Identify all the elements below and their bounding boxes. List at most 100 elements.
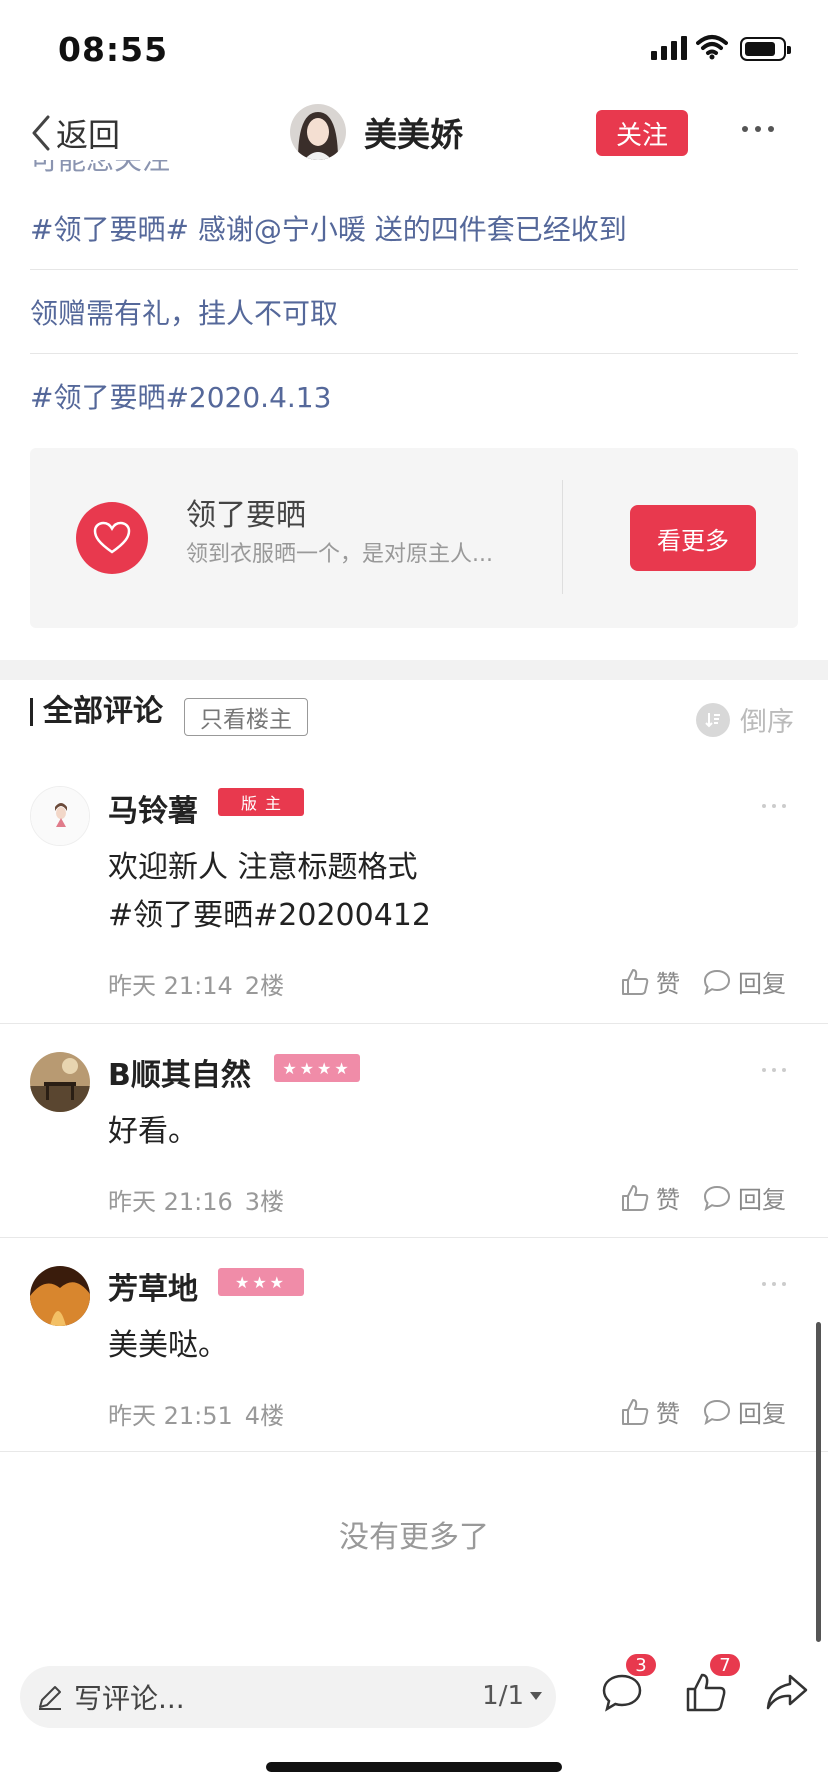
divider [30, 353, 798, 354]
dropdown-triangle-icon [530, 1692, 542, 1700]
topic-description: 领到衣服晒一个，是对原主人... [186, 542, 493, 567]
comment-text: 好看。 [108, 1108, 198, 1156]
comment-meta: 昨天 21:14 2楼 [108, 966, 284, 1001]
speech-bubble-icon [703, 1185, 731, 1211]
scrollbar[interactable] [816, 1322, 821, 1642]
divider [0, 1023, 828, 1024]
reply-button[interactable]: 回复 [702, 1394, 786, 1429]
comment-time: 昨天 21:51 [108, 1402, 233, 1430]
like-button[interactable]: 赞 [620, 964, 680, 999]
section-separator [0, 660, 828, 680]
status-bar: 08:55 [0, 0, 828, 96]
comment-actions: 赞 回复 [620, 964, 786, 999]
pencil-icon [39, 1686, 61, 1710]
truncated-text: 可能您关注的 [30, 160, 190, 174]
post-line-2: 领赠需有礼，挂人不可取 [30, 297, 339, 330]
chevron-left-icon [32, 115, 50, 151]
comments-header: 全部评论 只看楼主 倒序 [0, 690, 828, 748]
comments-button[interactable]: 3 [600, 1652, 658, 1718]
comment-text: 欢迎新人 注意标题格式 #领了要晒#20200412 [108, 844, 431, 940]
commenter-name[interactable]: 马铃薯 [108, 786, 198, 830]
like-post-button[interactable]: 7 [684, 1652, 742, 1718]
wifi-icon [696, 35, 728, 60]
avatar[interactable] [30, 1052, 90, 1112]
heart-icon [76, 502, 148, 574]
page-indicator-label: 1/1 [482, 1681, 524, 1711]
sort-button[interactable]: 倒序 [696, 700, 794, 739]
author-info[interactable]: 美美娇 [290, 104, 463, 160]
back-label: 返回 [56, 116, 121, 154]
follow-button[interactable]: 关注 [596, 110, 688, 156]
see-more-button[interactable]: 看更多 [630, 505, 756, 571]
comment-more-icon[interactable] [762, 1068, 786, 1072]
topic-card[interactable]: 领了要晒 领到衣服晒一个，是对原主人... 看更多 [30, 448, 798, 628]
like-button[interactable]: 赞 [620, 1180, 680, 1215]
share-button[interactable] [764, 1670, 810, 1718]
comments-title: 全部评论 [30, 697, 163, 727]
more-options-icon[interactable] [742, 126, 774, 132]
comment-text-line: 好看。 [108, 1114, 198, 1149]
comment-actions: 赞 回复 [620, 1180, 786, 1215]
comment-floor: 3楼 [244, 1188, 285, 1216]
commenter-name[interactable]: B顺其自然 [108, 1050, 251, 1094]
rank-stars-badge: ★★★ [218, 1268, 304, 1296]
thumbs-up-icon [622, 1398, 649, 1425]
speech-bubble-icon [703, 1399, 731, 1425]
comment-floor: 2楼 [244, 972, 285, 1000]
moderator-badge: 版主 [218, 788, 304, 816]
reply-label: 回复 [738, 1400, 786, 1428]
topic-title: 领了要晒 [186, 498, 306, 533]
home-indicator[interactable] [266, 1762, 562, 1772]
comment-meta: 昨天 21:51 4楼 [108, 1396, 284, 1431]
like-label: 赞 [656, 1400, 680, 1428]
comment-actions: 赞 回复 [620, 1394, 786, 1429]
comment-meta: 昨天 21:16 3楼 [108, 1182, 284, 1217]
nav-bar: 返回 美美娇 关注 [0, 96, 828, 168]
comment-input-placeholder: 写评论... [74, 1682, 185, 1715]
cellular-signal-icon [651, 36, 687, 60]
sort-label: 倒序 [740, 707, 794, 738]
comment-text-line: 欢迎新人 注意标题格式 [108, 850, 418, 885]
status-time: 08:55 [58, 30, 169, 69]
reply-button[interactable]: 回复 [702, 964, 786, 999]
like-count-badge: 7 [708, 1652, 742, 1678]
comment-input[interactable]: 写评论... 1/1 [20, 1666, 556, 1728]
like-button[interactable]: 赞 [620, 1394, 680, 1429]
sort-icon [696, 702, 730, 737]
comment-text-line: #领了要晒#20200412 [108, 898, 431, 933]
reply-label: 回复 [738, 970, 786, 998]
battery-icon [740, 37, 791, 61]
reply-button[interactable]: 回复 [702, 1180, 786, 1215]
page-selector[interactable]: 1/1 [482, 1681, 542, 1711]
op-only-button[interactable]: 只看楼主 [184, 698, 308, 736]
post-line-3[interactable]: #领了要晒#2020.4.13 [30, 376, 798, 416]
comment-more-icon[interactable] [762, 1282, 786, 1286]
commenter-name[interactable]: 芳草地 [108, 1264, 198, 1308]
avatar[interactable] [290, 104, 346, 160]
comment-floor: 4楼 [244, 1402, 285, 1430]
bottom-bar: 写评论... 1/1 3 7 [0, 1652, 828, 1740]
like-label: 赞 [656, 1186, 680, 1214]
like-label: 赞 [656, 970, 680, 998]
reply-label: 回复 [738, 1186, 786, 1214]
no-more-label: 没有更多了 [339, 1520, 489, 1555]
avatar[interactable] [30, 1266, 90, 1326]
thumbs-up-icon [622, 1184, 649, 1211]
comment-text-line: 美美哒。 [108, 1328, 228, 1363]
rank-stars-badge: ★★★★ [274, 1054, 360, 1082]
thumbs-up-icon [622, 968, 649, 995]
comment-count-badge: 3 [624, 1652, 658, 1678]
back-button[interactable]: 返回 [30, 110, 120, 156]
comment-time: 昨天 21:14 [108, 972, 233, 1000]
share-arrow-icon [766, 1674, 808, 1710]
speech-bubble-icon [703, 969, 731, 995]
divider [0, 1451, 828, 1452]
divider [562, 480, 563, 594]
comment-text: 美美哒。 [108, 1322, 228, 1370]
author-name: 美美娇 [364, 115, 463, 154]
post-line-1[interactable]: #领了要晒# 感谢@宁小暖 送的四件套已经收到 [30, 208, 798, 248]
avatar[interactable] [30, 786, 90, 846]
comment-time: 昨天 21:16 [108, 1188, 233, 1216]
divider [0, 1237, 828, 1238]
comment-more-icon[interactable] [762, 804, 786, 808]
